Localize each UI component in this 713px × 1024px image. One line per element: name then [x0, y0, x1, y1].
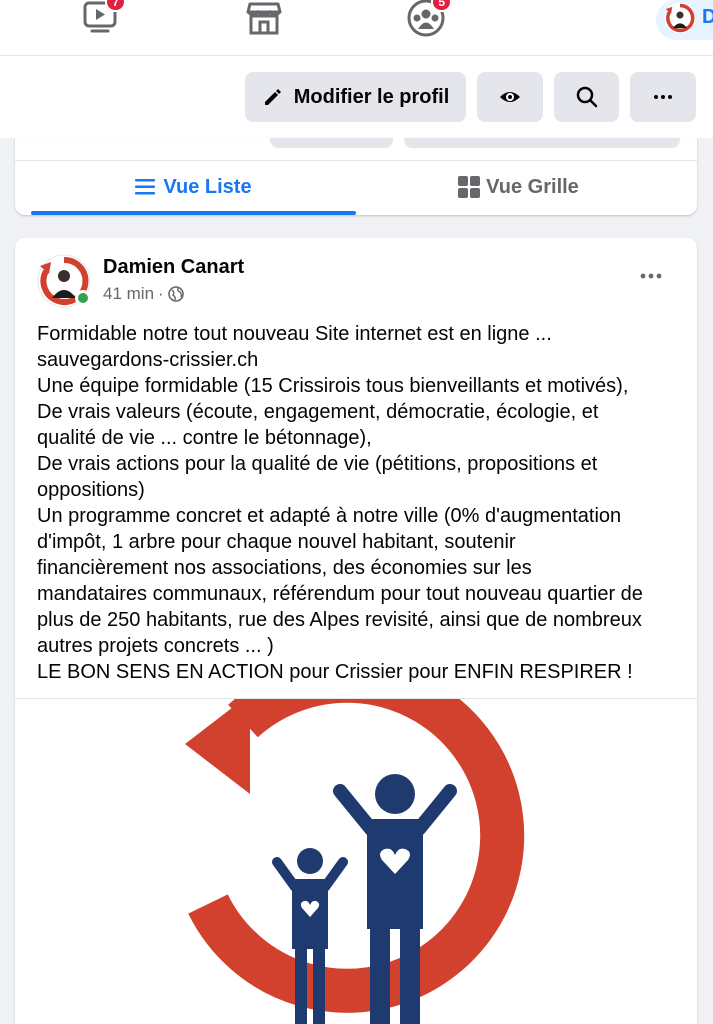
post-text-line: De vrais valeurs (écoute, engagement, dé… — [37, 401, 599, 423]
post-text: Formidable notre tout nouveau Site inter… — [37, 321, 687, 685]
profile-action-bar: Modifier le profil — [0, 56, 713, 138]
post-author[interactable]: Damien Canart — [103, 256, 244, 279]
post-text-line: LE BON SENS EN ACTION pour Crissier pour… — [37, 661, 633, 683]
more-icon — [654, 95, 672, 99]
globe-icon — [167, 286, 184, 302]
post-text-line: mandataires communaux, référendum pour t… — [37, 583, 643, 605]
post-text-line: plus de 250 habitants, rue des Alpes rev… — [37, 609, 642, 631]
nav-profile[interactable]: D — [656, 0, 713, 40]
post-timestamp[interactable]: 41 min — [103, 284, 154, 304]
edit-profile-button[interactable]: Modifier le profil — [245, 72, 466, 122]
nav-item-groups[interactable]: 5 — [406, 0, 452, 40]
eye-icon — [500, 92, 520, 102]
partial-button[interactable] — [404, 138, 680, 148]
divider — [15, 160, 697, 161]
active-tab-indicator — [31, 211, 356, 215]
more-button[interactable] — [630, 72, 696, 122]
online-status-indicator — [75, 290, 91, 306]
post-image-logo[interactable] — [165, 699, 555, 1024]
post-text-line: Une équipe formidable (15 Crissirois tou… — [37, 375, 629, 397]
post-text-line: oppositions) — [37, 479, 145, 501]
view-tabs: Vue Liste Vue Grille — [15, 138, 697, 215]
post-link[interactable]: sauvegardons-crissier.ch — [37, 347, 687, 373]
post-card: Damien Canart 41 min · Formidable notre … — [15, 238, 697, 1024]
marketplace-icon — [246, 2, 282, 35]
search-button[interactable] — [554, 72, 619, 122]
list-icon — [135, 179, 156, 195]
pencil-icon — [264, 89, 281, 105]
profile-label: D — [702, 6, 713, 28]
tab-label: Vue Grille — [486, 175, 579, 198]
post-text-line: Formidable notre tout nouveau Site inter… — [37, 323, 552, 345]
nav-item-video[interactable]: 7 — [80, 0, 126, 40]
separator: · — [158, 284, 164, 303]
post-text-line: De vrais actions pour la qualité de vie … — [37, 453, 598, 475]
tab-list-view[interactable]: Vue Liste — [31, 162, 356, 212]
post-text-line: Un programme concret et adapté à notre v… — [37, 505, 622, 527]
top-navigation: 7 5 D — [0, 0, 713, 56]
post-text-line: d'impôt, 1 arbre pour chaque nouvel habi… — [37, 531, 516, 553]
post-options-button[interactable] — [635, 266, 667, 286]
avatar — [664, 2, 696, 34]
tab-label: Vue Liste — [163, 175, 252, 198]
post-meta: 41 min · — [103, 284, 184, 304]
edit-profile-label: Modifier le profil — [293, 85, 450, 108]
partial-button[interactable] — [270, 138, 393, 148]
notification-badge: 7 — [105, 0, 126, 12]
grid-icon — [458, 176, 481, 198]
more-icon — [640, 273, 662, 279]
notification-badge: 5 — [431, 0, 452, 12]
view-as-button[interactable] — [477, 72, 543, 122]
search-icon — [576, 86, 597, 108]
post-text-line: qualité de vie ... contre le bétonnage), — [37, 427, 372, 449]
nav-item-marketplace[interactable] — [244, 0, 284, 40]
post-text-line: autres projets concrets ... ) — [37, 635, 274, 657]
tab-grid-view[interactable]: Vue Grille — [356, 162, 681, 212]
post-text-line: financièrement nos associations, des éco… — [37, 557, 532, 579]
